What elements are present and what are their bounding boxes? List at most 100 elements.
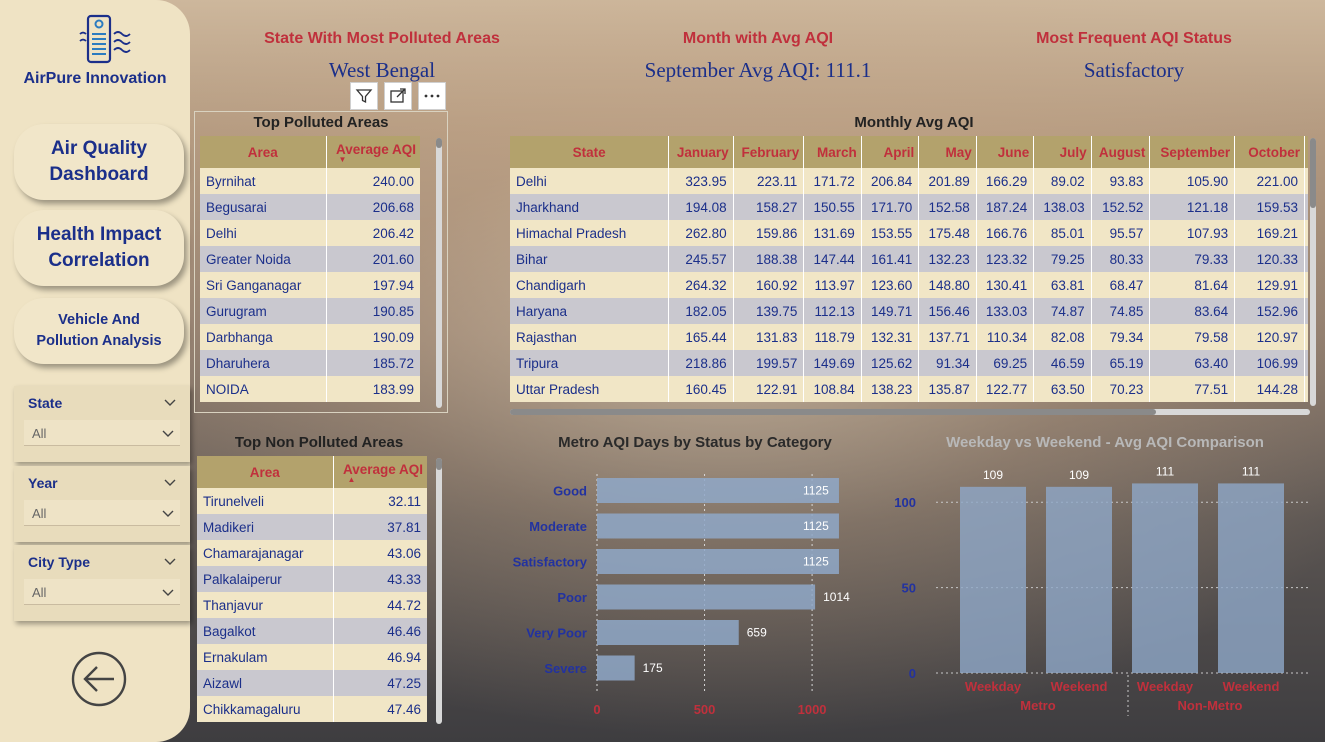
table-row[interactable]: Haryana 182.05 139.75 112.13 149.71 156.46 133… (510, 298, 1308, 324)
state-dropdown-value: All (32, 426, 47, 441)
table-row[interactable]: Bihar 245.57 188.38 147.44 161.41 132.23 123.3… (510, 246, 1308, 272)
cell-month-value: 152.58 (918, 194, 977, 220)
table-row[interactable]: Uttar Pradesh 160.45 122.91 108.84 138.23 135… (510, 376, 1308, 402)
table-row[interactable]: Chandigarh 264.32 160.92 113.97 123.60 148.80… (510, 272, 1308, 298)
cell-month-value: 63.50 (1033, 376, 1092, 402)
table-row[interactable]: Greater Noida 201.60 (200, 246, 420, 272)
column-header-area[interactable]: Area (197, 456, 334, 488)
bar[interactable] (597, 620, 739, 645)
state-dropdown[interactable]: All (24, 420, 180, 446)
monthly-vertical-scrollbar[interactable] (1310, 138, 1316, 406)
column-header-august[interactable]: August (1091, 136, 1151, 168)
focus-mode-icon[interactable] (384, 82, 412, 110)
table-row[interactable]: Ernakulam 46.94 (197, 644, 427, 670)
table-row[interactable]: Chamarajanagar 43.06 (197, 540, 427, 566)
top-non-polluted-scrollbar[interactable] (436, 458, 442, 724)
cell-area: Greater Noida (200, 246, 327, 272)
data-label: 111 (1242, 464, 1261, 478)
column-header-october[interactable]: October (1234, 136, 1305, 168)
top-polluted-body: Byrnihat 240.00 Begusarai 206.68 Delhi 206.42… (200, 168, 420, 402)
cell-average-aqi: 46.94 (333, 644, 427, 670)
column-header-state[interactable]: State (510, 136, 670, 168)
table-row[interactable]: Aizawl 47.25 (197, 670, 427, 696)
scroll-thumb[interactable] (1310, 138, 1316, 208)
back-arrow-icon[interactable] (70, 650, 128, 708)
column-header-n[interactable]: N (1304, 136, 1308, 168)
chevron-down-icon[interactable] (164, 476, 176, 488)
column-header-area[interactable]: Area (200, 136, 327, 168)
bar[interactable] (1046, 486, 1112, 673)
column-header-july[interactable]: July (1033, 136, 1092, 168)
chevron-down-icon (162, 589, 174, 596)
cell-month-value: 166.76 (976, 220, 1035, 246)
top-polluted-scrollbar[interactable] (436, 138, 442, 408)
cell-month-value: 152.52 (1091, 194, 1151, 220)
table-row[interactable]: Gurugram 190.85 (200, 298, 420, 324)
cell-overflow (1304, 298, 1308, 324)
sort-asc-icon: ▲ (347, 474, 356, 484)
cell-month-value: 137.71 (918, 324, 977, 350)
chevron-down-icon[interactable] (164, 555, 176, 567)
table-row[interactable]: Dharuhera 185.72 (200, 350, 420, 376)
table-row[interactable]: Jharkhand 194.08 158.27 150.55 171.70 152.58 1… (510, 194, 1308, 220)
table-row[interactable]: Sri Ganganagar 197.94 (200, 272, 420, 298)
table-row[interactable]: Himachal Pradesh 262.80 159.86 131.69 153.55… (510, 220, 1308, 246)
bar[interactable] (960, 486, 1026, 673)
column-header-february[interactable]: February (733, 136, 805, 168)
table-row[interactable]: Chikkamagaluru 47.46 (197, 696, 427, 722)
table-row[interactable]: Palkalaiperur 43.33 (197, 566, 427, 592)
column-header-average-aqi[interactable]: Average AQI ▼ (326, 136, 420, 168)
scroll-thumb[interactable] (436, 458, 442, 470)
bar[interactable] (597, 655, 635, 681)
cell-month-value: 74.87 (1033, 298, 1092, 324)
more-options-icon[interactable] (418, 82, 446, 110)
table-row[interactable]: Delhi 206.42 (200, 220, 420, 246)
cell-month-value: 122.77 (976, 376, 1035, 402)
cell-month-value: 63.81 (1033, 272, 1092, 298)
table-row[interactable]: Byrnihat 240.00 (200, 168, 420, 194)
cell-area: Dharuhera (200, 350, 327, 376)
scroll-thumb[interactable] (510, 409, 1156, 415)
nav-health-impact-correlation[interactable]: Health Impact Correlation (14, 210, 184, 286)
cell-month-value: 166.29 (976, 168, 1035, 194)
monthly-horizontal-scrollbar[interactable] (510, 409, 1310, 415)
year-dropdown[interactable]: All (24, 500, 180, 526)
city-type-dropdown[interactable]: All (24, 579, 180, 605)
category-label: Weekday (1137, 679, 1194, 694)
table-row[interactable]: Tripura 218.86 199.57 149.69 125.62 91.34 69.2… (510, 350, 1308, 376)
cell-month-value: 89.02 (1033, 168, 1092, 194)
cell-area: Begusarai (200, 194, 327, 220)
cell-month-value: 158.27 (733, 194, 805, 220)
column-header-april[interactable]: April (861, 136, 920, 168)
cell-area: Sri Ganganagar (200, 272, 327, 298)
scroll-thumb[interactable] (436, 138, 442, 148)
nav-air-quality-dashboard[interactable]: Air Quality Dashboard (14, 124, 184, 200)
table-row[interactable]: Bagalkot 46.46 (197, 618, 427, 644)
table-row[interactable]: Madikeri 37.81 (197, 514, 427, 540)
table-row[interactable]: NOIDA 183.99 (200, 376, 420, 402)
column-header-may[interactable]: May (918, 136, 977, 168)
column-header-average-aqi[interactable]: Average AQI ▲ (333, 456, 427, 488)
column-header-june[interactable]: June (976, 136, 1035, 168)
table-row[interactable]: Darbhanga 190.09 (200, 324, 420, 350)
cell-month-value: 131.69 (803, 220, 862, 246)
column-header-september[interactable]: September (1149, 136, 1236, 168)
table-row[interactable]: Thanjavur 44.72 (197, 592, 427, 618)
bar[interactable] (597, 584, 816, 610)
cell-average-aqi: 43.06 (333, 540, 427, 566)
cell-month-value: 70.23 (1091, 376, 1151, 402)
column-header-march[interactable]: March (803, 136, 862, 168)
column-header-january[interactable]: January (668, 136, 734, 168)
cell-area: Chikkamagaluru (197, 696, 334, 722)
table-row[interactable]: Delhi 323.95 223.11 171.72 206.84 201.89 166.2… (510, 168, 1308, 194)
cell-month-value: 133.03 (976, 298, 1035, 324)
table-row[interactable]: Tirunelveli 32.11 (197, 488, 427, 514)
bar[interactable] (1132, 483, 1198, 673)
nav-vehicle-pollution-analysis[interactable]: Vehicle And Pollution Analysis (14, 298, 184, 364)
table-row[interactable]: Begusarai 206.68 (200, 194, 420, 220)
bar[interactable] (1218, 483, 1284, 673)
table-row[interactable]: Rajasthan 165.44 131.83 118.79 132.31 137.71 1… (510, 324, 1308, 350)
filter-icon[interactable] (350, 82, 378, 110)
cell-month-value: 65.19 (1091, 350, 1151, 376)
chevron-down-icon[interactable] (164, 396, 176, 408)
